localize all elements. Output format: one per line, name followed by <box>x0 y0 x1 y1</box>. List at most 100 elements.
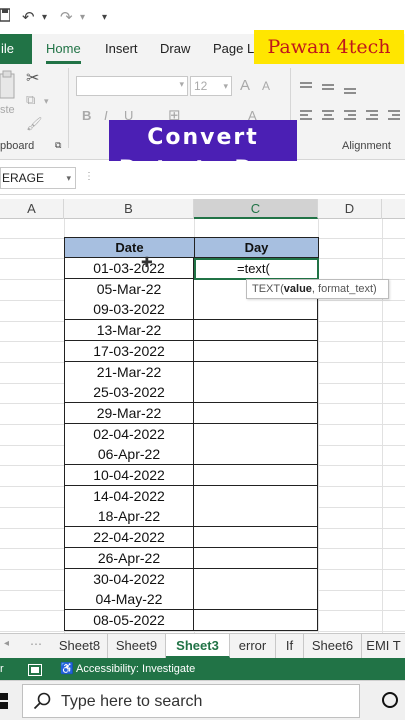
sheet-tab-sheet8[interactable]: Sheet8 <box>52 634 108 658</box>
accessibility-icon[interactable]: ♿ <box>60 658 74 680</box>
clipboard-launcher-icon[interactable]: ⧉ <box>55 140 61 151</box>
sheet-scroll-icon[interactable]: ◂ <box>4 638 9 649</box>
paste-label: ste <box>0 104 15 116</box>
date-cell[interactable]: 22-04-2022 <box>64 527 194 549</box>
undo-icon[interactable]: ↶ <box>22 8 35 26</box>
redo-dropdown-icon[interactable]: ▾ <box>80 12 85 23</box>
redo-icon[interactable]: ↷ <box>60 8 73 26</box>
grow-font-icon[interactable]: A <box>240 77 250 94</box>
italic-button[interactable]: I <box>104 108 108 123</box>
date-cell[interactable]: 06-Apr-22 <box>64 444 194 466</box>
windows-start-icon[interactable] <box>0 693 10 714</box>
day-cell[interactable] <box>194 361 318 383</box>
sheet-tab-if[interactable]: If <box>276 634 304 658</box>
day-cell[interactable] <box>194 320 318 342</box>
tab-insert[interactable]: Insert <box>105 34 138 64</box>
search-placeholder: Type here to search <box>61 693 203 710</box>
day-cell[interactable] <box>194 609 318 631</box>
column-header-a[interactable]: A <box>0 199 64 219</box>
date-cell[interactable]: 04-May-22 <box>64 589 194 611</box>
cut-icon[interactable]: ✂ <box>26 68 39 88</box>
column-header-e[interactable] <box>382 199 405 219</box>
day-cell[interactable] <box>194 382 318 404</box>
formula-bar: ERAGE ▾ ⋮ <box>0 161 405 195</box>
date-cell[interactable]: 02-04-2022 <box>64 423 194 445</box>
column-headers: A B C D <box>0 199 405 219</box>
column-header-b[interactable]: B <box>64 199 194 219</box>
column-header-d[interactable]: D <box>318 199 382 219</box>
tooltip-arg-value[interactable]: value <box>284 283 312 295</box>
group-divider <box>68 68 69 148</box>
sheet-grid[interactable]: Date Day 01-03-2022 05-Mar-22 09-03-2022 13… <box>0 219 405 633</box>
date-cell[interactable]: 05-Mar-22 <box>64 278 194 300</box>
tab-home[interactable]: Home <box>46 34 81 64</box>
day-cell[interactable] <box>194 527 318 549</box>
more-sheets-icon[interactable]: ⋯ <box>30 637 42 651</box>
search-icon <box>33 692 51 715</box>
format-painter-icon[interactable]: 🖌 <box>26 116 43 132</box>
day-cell[interactable] <box>194 485 318 507</box>
bold-button[interactable]: B <box>82 108 91 123</box>
date-cell[interactable]: 21-Mar-22 <box>64 361 194 383</box>
paste-icon[interactable] <box>0 70 16 105</box>
name-box[interactable]: ERAGE ▾ <box>0 167 76 189</box>
date-cell[interactable]: 26-Apr-22 <box>64 547 194 569</box>
customize-qat-icon[interactable]: ▾ <box>102 12 107 23</box>
active-cell[interactable]: =text( <box>194 258 319 280</box>
sheet-tab-sheet6[interactable]: Sheet6 <box>304 634 362 658</box>
date-cell[interactable]: 18-Apr-22 <box>64 506 194 528</box>
date-cell[interactable]: 08-05-2022 <box>64 609 194 631</box>
copy-dropdown-icon[interactable]: ▾ <box>44 96 49 107</box>
alignment-group-label: Alignment <box>342 140 391 152</box>
cell-cursor-icon: ✚ <box>141 254 153 270</box>
day-cell[interactable] <box>194 506 318 528</box>
sheet-tab-sheet3[interactable]: Sheet3 <box>166 634 230 658</box>
more-icon[interactable]: ⋮ <box>84 171 94 182</box>
name-box-value: ERAGE <box>2 171 45 185</box>
day-cell[interactable] <box>194 444 318 466</box>
date-cell[interactable]: 09-03-2022 <box>64 299 194 321</box>
day-cell[interactable] <box>194 423 318 445</box>
column-header-c[interactable]: C <box>194 199 318 219</box>
date-cell[interactable]: 25-03-2022 <box>64 382 194 404</box>
header-cell-date[interactable]: Date <box>64 237 195 258</box>
day-cell[interactable] <box>194 465 318 486</box>
title-banner-line1: Convert <box>147 125 259 150</box>
day-cell[interactable] <box>194 299 318 321</box>
day-cell[interactable] <box>194 340 318 362</box>
sheet-tab-emi[interactable]: EMI T <box>362 634 405 658</box>
tab-file[interactable]: ile <box>0 34 32 64</box>
function-tooltip: TEXT(value, format_text) <box>246 279 389 299</box>
tab-draw[interactable]: Draw <box>160 34 190 64</box>
date-cell[interactable]: 10-04-2022 <box>64 465 194 486</box>
date-cell[interactable]: 17-03-2022 <box>64 340 194 362</box>
font-name-box[interactable]: ▾ <box>76 76 188 96</box>
sheet-tab-sheet9[interactable]: Sheet9 <box>108 634 166 658</box>
taskbar-search-box[interactable]: Type here to search <box>22 684 360 718</box>
date-cell[interactable]: 13-Mar-22 <box>64 320 194 342</box>
gridline <box>0 631 405 632</box>
cortana-icon[interactable] <box>380 690 400 715</box>
sheet-tab-error[interactable]: error <box>230 634 276 658</box>
chevron-down-icon: ▾ <box>179 79 184 89</box>
date-cell[interactable]: 30-04-2022 <box>64 568 194 590</box>
date-cell[interactable]: 01-03-2022 <box>64 258 194 279</box>
date-cell[interactable]: 14-04-2022 <box>64 485 194 507</box>
chevron-down-icon[interactable]: ▾ <box>66 168 71 188</box>
status-mode: r <box>0 663 4 675</box>
save-icon[interactable] <box>0 8 11 26</box>
day-cell[interactable] <box>194 589 318 611</box>
undo-dropdown-icon[interactable]: ▾ <box>42 12 47 23</box>
channel-brand-label: Pawan 4tech <box>254 30 404 65</box>
header-cell-day[interactable]: Day <box>194 237 319 258</box>
copy-icon[interactable]: ⧉ <box>26 92 35 108</box>
day-cell[interactable] <box>194 402 318 424</box>
day-cell[interactable] <box>194 568 318 590</box>
status-bar: r ♿ Accessibility: Investigate <box>0 658 405 680</box>
day-cell[interactable] <box>194 547 318 569</box>
accessibility-status[interactable]: Accessibility: Investigate <box>76 658 195 680</box>
shrink-font-icon[interactable]: A <box>262 79 270 93</box>
title-bar: ↶ ▾ ↷ ▾ ▾ <box>0 0 405 34</box>
font-size-box[interactable]: 12 ▾ <box>190 76 232 96</box>
date-cell[interactable]: 29-Mar-22 <box>64 402 194 424</box>
